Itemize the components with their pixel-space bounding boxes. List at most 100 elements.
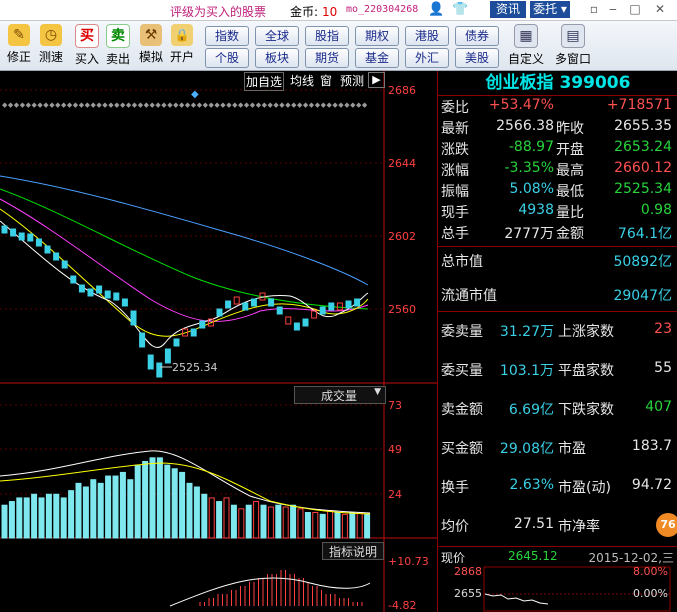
now-price-value: 2645.12: [508, 549, 558, 563]
candle: [285, 316, 292, 325]
market-futures[interactable]: 期货: [305, 48, 349, 68]
open-account-label: 开户: [169, 50, 194, 64]
market-hk[interactable]: 港股: [405, 26, 449, 46]
quote-field-label: 现手: [441, 205, 469, 221]
stat-label: 市净率: [558, 519, 600, 535]
candle: [319, 306, 326, 315]
customize-label: 自定义: [507, 52, 544, 66]
quote-field-label: 金额: [556, 226, 584, 242]
volume-tick-label: 24: [388, 488, 402, 501]
market-futures-index[interactable]: 股指: [305, 26, 349, 46]
market-bonds[interactable]: 债券: [455, 26, 499, 46]
forecast-button[interactable]: 预测: [340, 72, 364, 89]
minimize-icon[interactable]: ‒: [603, 1, 623, 18]
candle: [216, 308, 223, 317]
shirt-icon[interactable]: 👕: [452, 2, 468, 17]
market-forex[interactable]: 外汇: [405, 48, 449, 68]
quote-field-label: 最高: [556, 163, 584, 179]
maximize-icon[interactable]: □: [624, 1, 646, 18]
market-us[interactable]: 美股: [455, 48, 499, 68]
chevron-down-icon: ▼: [374, 387, 381, 397]
candle: [96, 285, 103, 294]
restore-icon[interactable]: ▫: [584, 1, 604, 18]
chart-pane[interactable]: 2686 2644 2602 2560 73 49 24 +10.73 -4.8…: [0, 71, 437, 612]
ma-line-10: [0, 208, 369, 337]
window-button[interactable]: 窗: [320, 72, 332, 89]
speed-test-button[interactable]: ◷ 测速: [34, 23, 68, 68]
quote-field-value: 0.98: [640, 202, 672, 218]
news-button[interactable]: 资讯: [490, 1, 526, 18]
mini-chart[interactable]: 2868 8.00% 2655 0.00%: [438, 565, 677, 612]
lock-icon: 🔒: [171, 24, 193, 46]
stat-label: 委卖量: [441, 324, 483, 340]
stat-row: 委买量 103.1万 平盘家数 55: [438, 360, 677, 381]
fix-button[interactable]: ✎ 修正: [2, 23, 36, 68]
candle: [242, 302, 249, 311]
market-funds[interactable]: 基金: [355, 48, 399, 68]
candle: [345, 300, 352, 309]
indicator-help-button[interactable]: 指标说明: [322, 542, 384, 560]
candle: [139, 332, 146, 348]
market-global[interactable]: 全球: [255, 26, 299, 46]
volume-bar: [38, 497, 45, 539]
sell-button[interactable]: 卖卖出: [101, 23, 135, 68]
candle: [18, 232, 25, 241]
stat-value: 407: [645, 399, 672, 415]
candle: [130, 310, 137, 326]
mini-mid-label: 2655: [454, 587, 482, 600]
volume-bar: [119, 471, 126, 539]
stat-label: 平盘家数: [558, 363, 614, 379]
market-sectors[interactable]: 板块: [255, 48, 299, 68]
open-account-button[interactable]: 🔒 开户: [165, 23, 199, 68]
candle: [199, 320, 206, 329]
buy-button[interactable]: 买买入: [70, 23, 104, 68]
volume-bar: [290, 504, 297, 539]
sell-icon: 卖: [106, 24, 130, 48]
entrust-button[interactable]: 委托 ▾: [530, 1, 570, 18]
dropdown-icon: ▾: [557, 2, 567, 16]
add-favorite-button[interactable]: 加自选: [244, 72, 285, 91]
divider: [438, 546, 677, 547]
pencil-icon: ✎: [8, 24, 30, 46]
stat-value: 27.51: [513, 516, 554, 532]
ma-line-button[interactable]: 均线: [290, 72, 314, 89]
entrust-label: 委托: [533, 2, 558, 16]
float-mv-label: 流通市值: [441, 288, 497, 304]
candle: [354, 298, 361, 307]
quote-field-value: 2777万: [504, 226, 554, 242]
expand-icon[interactable]: ▶: [368, 72, 385, 88]
candle: [276, 306, 283, 315]
volume-selector[interactable]: 成交量 ▼: [294, 386, 386, 404]
candle: [121, 298, 128, 307]
multi-window-button[interactable]: ▤ 多窗口: [553, 23, 593, 68]
user-id[interactable]: mo_220304268: [346, 4, 418, 15]
divider: [438, 311, 677, 312]
simulate-button[interactable]: ⚒ 模拟: [134, 23, 168, 68]
coins-value: 10: [322, 5, 338, 19]
customize-button[interactable]: ▦ 自定义: [506, 23, 546, 68]
customize-icon: ▦: [514, 24, 538, 48]
total-mv-label: 总市值: [441, 254, 483, 270]
close-icon[interactable]: ✕: [648, 1, 672, 18]
stat-label: 上涨家数: [558, 324, 614, 340]
volume-bar: [297, 508, 304, 539]
quote-row: 涨跌 -88.97 开盘 2653.24: [438, 139, 677, 160]
user-icon[interactable]: 👤: [428, 2, 444, 17]
speed-test-label: 测速: [38, 50, 63, 64]
market-options[interactable]: 期权: [355, 26, 399, 46]
chart-canvas[interactable]: 2686 2644 2602 2560 73 49 24 +10.73 -4.8…: [0, 71, 437, 612]
volume-bar: [208, 497, 215, 539]
candle: [87, 288, 94, 297]
market-stocks[interactable]: 个股: [205, 48, 249, 68]
floating-badge[interactable]: 76: [656, 513, 677, 537]
chart-control-bar: 加自选 均线 窗 预测: [244, 71, 384, 91]
market-index[interactable]: 指数: [205, 26, 249, 46]
volume-bar: [1, 504, 8, 539]
event-marker-icon[interactable]: ◆: [191, 89, 199, 100]
clock-icon: ◷: [40, 24, 62, 46]
quote-field-value: 4938: [518, 202, 554, 218]
candle: [61, 260, 68, 269]
quote-row: 委比 +53.47% +718571: [438, 97, 677, 118]
volume-bar: [334, 511, 341, 539]
promo-link[interactable]: 评级为买入的股票: [170, 3, 266, 20]
